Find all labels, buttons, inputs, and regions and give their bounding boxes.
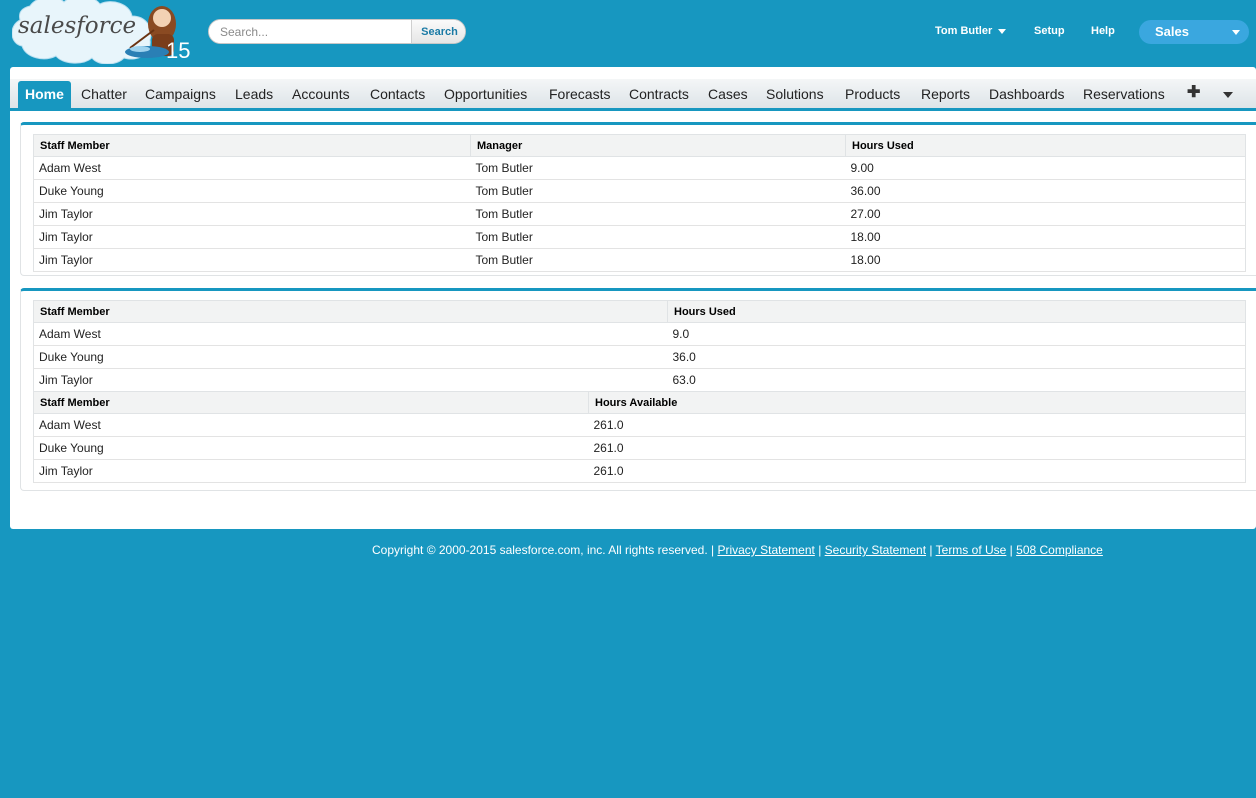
staff-summary-section: Staff Member Hours Used Adam West 9.0 Duk… <box>20 288 1256 491</box>
table-header-row: Staff Member Hours Used <box>33 300 1246 323</box>
tab-dashboards[interactable]: Dashboards <box>989 81 1065 109</box>
search-input[interactable] <box>209 20 411 43</box>
tab-reports[interactable]: Reports <box>921 81 970 109</box>
table-row: Adam West 261.0 <box>33 413 1246 437</box>
tab-cases[interactable]: Cases <box>708 81 748 109</box>
tab-products[interactable]: Products <box>845 81 900 109</box>
cell-manager: Tom Butler <box>470 202 846 226</box>
cell-manager: Tom Butler <box>470 179 846 203</box>
column-header[interactable]: Hours Used <box>845 134 1246 157</box>
cell-manager: Tom Butler <box>470 248 846 272</box>
cell-staff: Adam West <box>33 413 589 437</box>
footer-separator: | <box>1009 543 1013 557</box>
cell-staff: Jim Taylor <box>33 202 471 226</box>
cell-staff: Jim Taylor <box>33 368 668 392</box>
table-row: Adam West Tom Butler 9.00 <box>33 156 1246 180</box>
cell-hours: 36.0 <box>667 345 1246 369</box>
hours-available-table: Staff Member Hours Available Adam West 26… <box>33 391 1246 483</box>
tab-forecasts[interactable]: Forecasts <box>549 81 610 109</box>
tab-campaigns[interactable]: Campaigns <box>145 81 216 109</box>
staff-manager-table: Staff Member Manager Hours Used Adam Wes… <box>33 134 1246 272</box>
logo-badge: 15 <box>166 38 191 63</box>
table-header-row: Staff Member Hours Available <box>33 391 1246 414</box>
tab-leads[interactable]: Leads <box>235 81 273 109</box>
tab-opportunities[interactable]: Opportunities <box>444 81 527 109</box>
table-row: Jim Taylor 261.0 <box>33 459 1246 483</box>
cell-staff: Adam West <box>33 156 471 180</box>
column-header[interactable]: Hours Used <box>667 300 1246 323</box>
footer-separator: | <box>929 543 933 557</box>
terms-link[interactable]: Terms of Use <box>936 543 1007 557</box>
global-header: salesforce 15 Search Tom Butler Setup He… <box>0 0 1256 66</box>
cell-hours: 18.00 <box>845 248 1246 272</box>
help-link[interactable]: Help <box>1091 25 1115 37</box>
tab-home[interactable]: Home <box>18 81 71 109</box>
search-button[interactable]: Search <box>411 20 465 43</box>
cell-staff: Jim Taylor <box>33 248 471 272</box>
tab-solutions[interactable]: Solutions <box>766 81 824 109</box>
column-header[interactable]: Hours Available <box>588 391 1246 414</box>
tab-bar: Home Chatter Campaigns Leads Accounts Co… <box>10 79 1256 111</box>
table-row: Jim Taylor Tom Butler 18.00 <box>33 248 1246 272</box>
table-row: Jim Taylor Tom Butler 27.00 <box>33 202 1246 226</box>
app-name: Sales <box>1155 24 1189 39</box>
cell-staff: Duke Young <box>33 345 668 369</box>
main-panel: Home Chatter Campaigns Leads Accounts Co… <box>10 67 1256 529</box>
cell-staff: Duke Young <box>33 436 589 460</box>
table-row: Duke Young 261.0 <box>33 436 1246 460</box>
user-name: Tom Butler <box>935 25 993 37</box>
cell-staff: Adam West <box>33 322 668 346</box>
chevron-down-icon <box>1232 30 1240 35</box>
footer-separator: | <box>818 543 822 557</box>
app-picker[interactable]: Sales <box>1139 20 1249 44</box>
cell-hours: 9.00 <box>845 156 1246 180</box>
cell-hours: 36.00 <box>845 179 1246 203</box>
column-header[interactable]: Staff Member <box>33 391 589 414</box>
cell-manager: Tom Butler <box>470 156 846 180</box>
svg-text:salesforce: salesforce <box>18 13 136 39</box>
table-header-row: Staff Member Manager Hours Used <box>33 134 1246 157</box>
user-menu[interactable]: Tom Butler <box>935 25 1007 37</box>
table-row: Adam West 9.0 <box>33 322 1246 346</box>
compliance-link[interactable]: 508 Compliance <box>1016 543 1103 557</box>
cell-hours-available: 261.0 <box>588 436 1246 460</box>
footer: Copyright © 2000-2015 salesforce.com, in… <box>372 543 1103 557</box>
cell-staff: Jim Taylor <box>33 225 471 249</box>
privacy-link[interactable]: Privacy Statement <box>717 543 814 557</box>
more-tabs-icon[interactable] <box>1223 92 1233 98</box>
cell-hours: 9.0 <box>667 322 1246 346</box>
tab-chatter[interactable]: Chatter <box>81 81 127 109</box>
tab-contacts[interactable]: Contacts <box>370 81 425 109</box>
copyright-text: Copyright © 2000-2015 salesforce.com, in… <box>372 543 715 557</box>
salesforce-cloud-logo-icon: salesforce <box>11 0 176 65</box>
hours-used-table: Staff Member Hours Used Adam West 9.0 Duk… <box>33 300 1246 392</box>
column-header[interactable]: Manager <box>470 134 846 157</box>
add-tab-icon[interactable]: ✚ <box>1187 82 1200 102</box>
table-row: Duke Young Tom Butler 36.00 <box>33 179 1246 203</box>
cell-staff: Jim Taylor <box>33 459 589 483</box>
tab-contracts[interactable]: Contracts <box>629 81 689 109</box>
setup-link[interactable]: Setup <box>1034 25 1065 37</box>
tab-reservations[interactable]: Reservations <box>1083 81 1165 109</box>
table-row: Jim Taylor Tom Butler 18.00 <box>33 225 1246 249</box>
cell-manager: Tom Butler <box>470 225 846 249</box>
staff-hours-section: Staff Member Manager Hours Used Adam Wes… <box>20 122 1256 276</box>
cell-hours-available: 261.0 <box>588 459 1246 483</box>
column-header[interactable]: Staff Member <box>33 300 668 323</box>
cell-hours: 63.0 <box>667 368 1246 392</box>
tab-accounts[interactable]: Accounts <box>292 81 350 109</box>
cell-hours: 18.00 <box>845 225 1246 249</box>
global-search: Search <box>208 19 466 44</box>
cell-hours-available: 261.0 <box>588 413 1246 437</box>
table-row: Duke Young 36.0 <box>33 345 1246 369</box>
column-header[interactable]: Staff Member <box>33 134 471 157</box>
cell-staff: Duke Young <box>33 179 471 203</box>
cell-hours: 27.00 <box>845 202 1246 226</box>
security-link[interactable]: Security Statement <box>825 543 926 557</box>
salesforce-logo[interactable]: salesforce 15 <box>11 0 191 65</box>
chevron-down-icon <box>998 28 1007 34</box>
table-row: Jim Taylor 63.0 <box>33 368 1246 392</box>
